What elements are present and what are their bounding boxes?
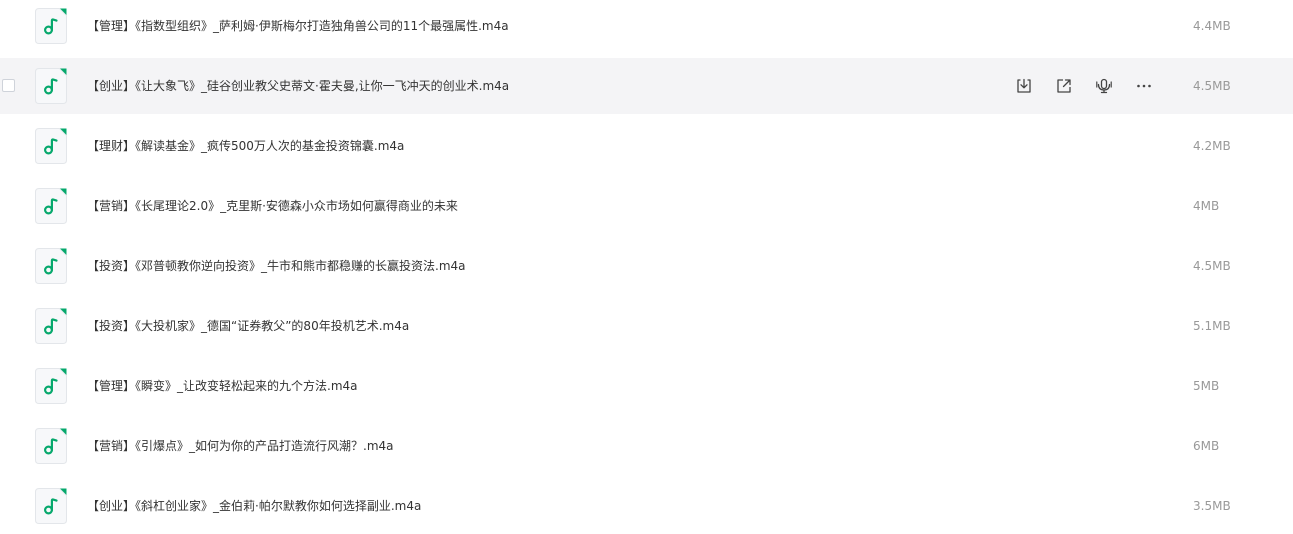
file-list: 【管理】《指数型组织》_萨利姆·伊斯梅尔打造独角兽公司的11个最强属性.m4a … [0, 0, 1293, 534]
audio-transcribe-button[interactable] [1090, 72, 1118, 100]
audio-file-icon [35, 8, 67, 44]
file-size: 5.1MB [1193, 319, 1231, 333]
file-name[interactable]: 【创业】《让大象飞》_硅谷创业教父史蒂文·霍夫曼,让你一飞冲天的创业术.m4a [87, 58, 509, 114]
download-button[interactable] [1010, 72, 1038, 100]
file-size: 3.5MB [1193, 499, 1231, 513]
file-name[interactable]: 【投资】《大投机家》_德国“证券教父”的80年投机艺术.m4a [87, 298, 409, 354]
audio-file-icon [35, 488, 67, 524]
file-name[interactable]: 【营销】《引爆点》_如何为你的产品打造流行风潮？.m4a [87, 418, 394, 474]
file-name[interactable]: 【理财】《解读基金》_疯传500万人次的基金投资锦囊.m4a [87, 118, 404, 174]
audio-file-icon [35, 248, 67, 284]
download-icon [1015, 77, 1033, 95]
more-icon [1135, 77, 1153, 95]
file-size: 4.5MB [1193, 79, 1231, 93]
file-size: 4MB [1193, 199, 1220, 213]
audio-file-icon [35, 428, 67, 464]
audio-file-icon [35, 308, 67, 344]
file-name[interactable]: 【创业】《斜杠创业家》_金伯莉·帕尔默教你如何选择副业.m4a [87, 478, 421, 534]
file-row[interactable]: 【营销】《引爆点》_如何为你的产品打造流行风潮？.m4a 6MB [0, 418, 1293, 474]
share-icon [1055, 77, 1073, 95]
file-row[interactable]: 【创业】《斜杠创业家》_金伯莉·帕尔默教你如何选择副业.m4a 3.5MB [0, 478, 1293, 534]
audio-file-icon [35, 68, 67, 104]
file-size: 5MB [1193, 379, 1220, 393]
audio-file-icon [35, 188, 67, 224]
file-name[interactable]: 【投资】《邓普顿教你逆向投资》_牛市和熊市都稳赚的长赢投资法.m4a [87, 238, 466, 294]
file-name[interactable]: 【管理】《指数型组织》_萨利姆·伊斯梅尔打造独角兽公司的11个最强属性.m4a [87, 0, 509, 54]
row-checkbox[interactable] [2, 79, 15, 92]
more-button[interactable] [1130, 72, 1158, 100]
row-actions [1010, 72, 1170, 100]
file-row[interactable]: 【管理】《指数型组织》_萨利姆·伊斯梅尔打造独角兽公司的11个最强属性.m4a … [0, 0, 1293, 54]
file-size: 4.4MB [1193, 19, 1231, 33]
file-size: 6MB [1193, 439, 1220, 453]
file-row[interactable]: 【创业】《让大象飞》_硅谷创业教父史蒂文·霍夫曼,让你一飞冲天的创业术.m4a [0, 58, 1293, 114]
file-row[interactable]: 【理财】《解读基金》_疯传500万人次的基金投资锦囊.m4a 4.2MB [0, 118, 1293, 174]
audio-transcribe-icon [1095, 77, 1113, 95]
file-row[interactable]: 【营销】《长尾理论2.0》_克里斯·安德森小众市场如何赢得商业的未来 4MB [0, 178, 1293, 234]
audio-file-icon [35, 128, 67, 164]
file-name[interactable]: 【营销】《长尾理论2.0》_克里斯·安德森小众市场如何赢得商业的未来 [87, 178, 458, 234]
audio-file-icon [35, 368, 67, 404]
file-row[interactable]: 【管理】《瞬变》_让改变轻松起来的九个方法.m4a 5MB [0, 358, 1293, 414]
file-size: 4.2MB [1193, 139, 1231, 153]
file-name[interactable]: 【管理】《瞬变》_让改变轻松起来的九个方法.m4a [87, 358, 358, 414]
file-row[interactable]: 【投资】《大投机家》_德国“证券教父”的80年投机艺术.m4a 5.1MB [0, 298, 1293, 354]
file-row[interactable]: 【投资】《邓普顿教你逆向投资》_牛市和熊市都稳赚的长赢投资法.m4a 4.5MB [0, 238, 1293, 294]
share-button[interactable] [1050, 72, 1078, 100]
file-size: 4.5MB [1193, 259, 1231, 273]
